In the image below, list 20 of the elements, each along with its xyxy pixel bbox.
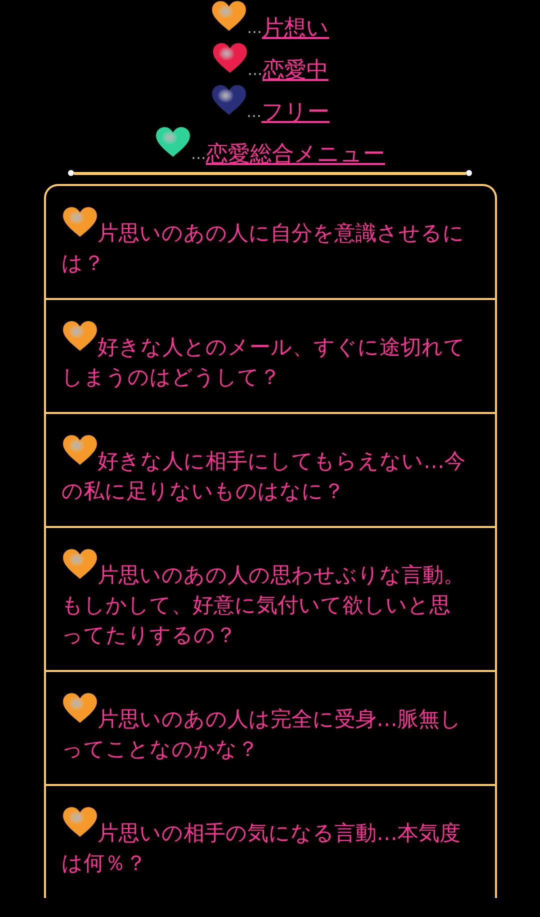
ellipsis: … (191, 147, 206, 162)
menu-link[interactable]: 片想い (262, 14, 329, 42)
article-row[interactable]: 片思いのあの人に自分を意識させるには？ (46, 186, 494, 298)
article-title: 好きな人に相手にしてもらえない…今の私に足りないものはなに？ (62, 434, 466, 506)
menu-link[interactable]: 恋愛中 (262, 56, 328, 84)
ellipsis: … (248, 63, 262, 78)
article-row[interactable]: 好きな人に相手にしてもらえない…今の私に足りないものはなに？ (46, 412, 494, 526)
article-title: 好きな人とのメール、すぐに途切れてしまうのはどうして？ (62, 320, 466, 392)
article-title: 片思いのあの人は完全に受身…脈無しってことなのかな？ (62, 692, 466, 764)
article-title: 片思いのあの人の思わせぶりな言動。もしかして、好意に気付いて欲しいと思ってたりするの？ (62, 548, 466, 650)
article-title: 片思いの相手の気になる言動…本気度は何％？ (62, 806, 466, 878)
article-title: 片思いのあの人に自分を意識させるには？ (62, 206, 466, 278)
article-row[interactable]: 片思いのあの人は完全に受身…脈無しってことなのかな？ (46, 670, 494, 784)
menu-link[interactable]: 恋愛総合メニュー (206, 140, 385, 168)
article-row[interactable]: 片思いのあの人の思わせぶりな言動。もしかして、好意に気付いて欲しいと思ってたりするの？ (46, 526, 494, 670)
article-row[interactable]: 片思いの相手の気になる言動…本気度は何％？ (46, 784, 494, 898)
menu-link[interactable]: フリー (262, 98, 330, 126)
ellipsis: … (246, 105, 262, 120)
ellipsis: … (247, 21, 262, 36)
article-row[interactable]: 好きな人とのメール、すぐに途切れてしまうのはどうして？ (46, 298, 494, 412)
